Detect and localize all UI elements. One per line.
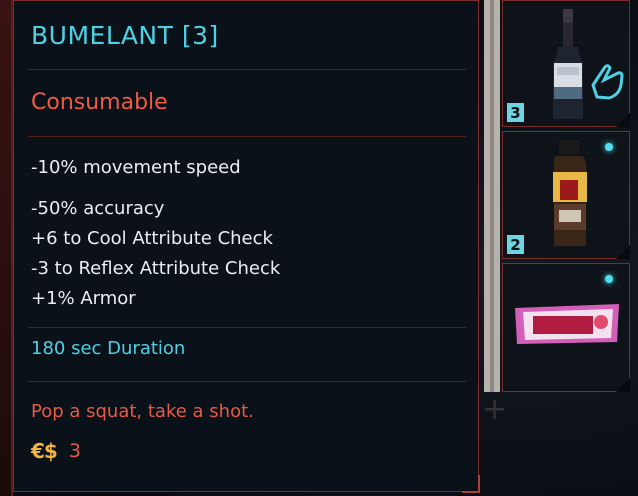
inventory-slot-candy[interactable] xyxy=(502,263,630,392)
divider xyxy=(28,381,466,382)
eddies-icon: €$ xyxy=(31,439,58,463)
effect-line: -3 to Reflex Attribute Check xyxy=(31,258,281,279)
inventory-slot-bumelant[interactable]: 3 xyxy=(502,0,630,127)
flavor-text: Pop a squat, take a shot. xyxy=(31,401,254,422)
effect-line: -10% movement speed xyxy=(31,157,241,178)
hand-cursor-icon xyxy=(591,64,624,100)
panel-edge xyxy=(0,0,13,496)
cursor-crosshair-icon: + xyxy=(482,392,508,427)
candy-bar-icon xyxy=(515,304,619,344)
item-count-badge: 2 xyxy=(507,235,524,254)
new-item-indicator xyxy=(605,143,613,151)
item-tooltip: BUMELANT [3] Consumable -10% movement sp… xyxy=(13,0,480,493)
new-item-indicator xyxy=(605,275,613,283)
effect-line: +1% Armor xyxy=(31,288,136,309)
scrollbar[interactable] xyxy=(484,0,500,392)
item-title: BUMELANT [3] xyxy=(31,21,219,50)
divider xyxy=(28,327,466,328)
inventory-slot-drink[interactable]: 2 xyxy=(502,131,630,259)
slot-corner xyxy=(616,113,630,127)
effect-line: -50% accuracy xyxy=(31,198,165,219)
slot-corner xyxy=(616,245,630,259)
price-row: €$ 3 xyxy=(31,439,81,463)
divider xyxy=(28,69,466,70)
divider xyxy=(28,136,466,137)
item-count-badge: 3 xyxy=(507,103,524,122)
price-value: 3 xyxy=(68,440,81,462)
duration-text: 180 sec Duration xyxy=(31,338,186,359)
item-type: Consumable xyxy=(31,90,168,115)
effect-line: +6 to Cool Attribute Check xyxy=(31,228,273,249)
slot-corner xyxy=(616,378,630,392)
